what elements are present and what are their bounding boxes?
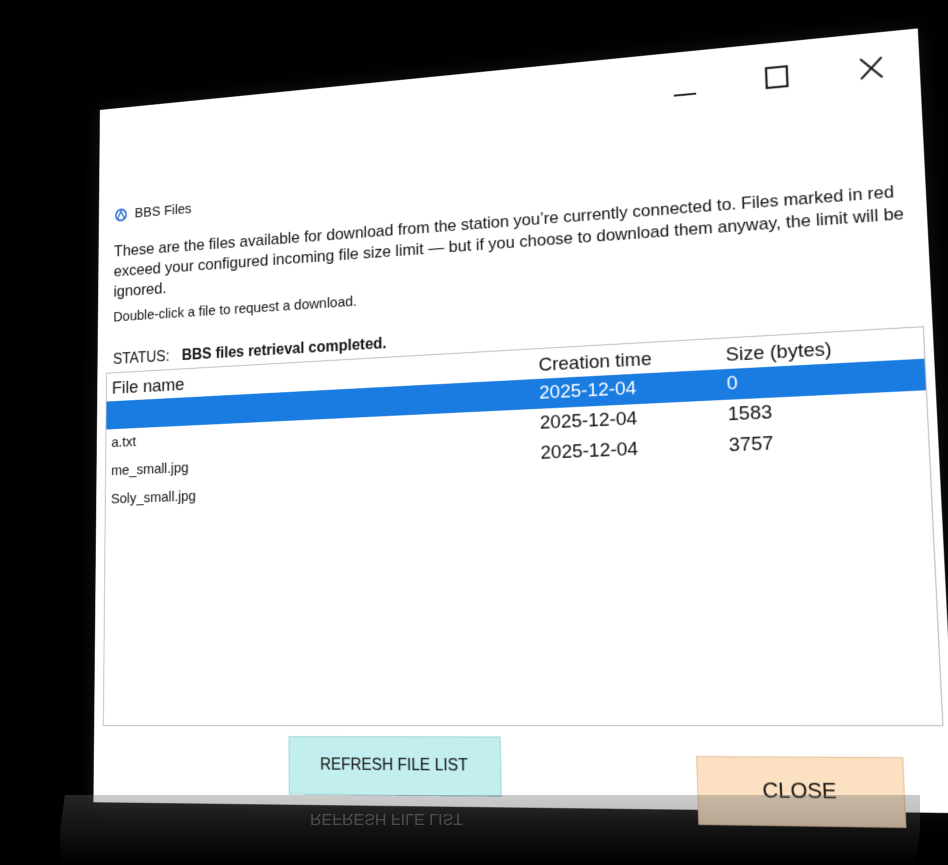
reflection-refresh-label: REFRESH FILE LIST bbox=[310, 810, 463, 827]
creation-time-cell: 2025-12-04 bbox=[539, 408, 638, 434]
caption-buttons bbox=[639, 28, 922, 124]
window-title-bar: BBS Files bbox=[114, 200, 192, 223]
window-reflection: REFRESH FILE LIST bbox=[60, 795, 920, 865]
status-label: STATUS: bbox=[112, 348, 170, 368]
bbs-files-window: BBS Files These are the files available … bbox=[93, 28, 948, 829]
size-cell: 0 bbox=[726, 372, 739, 395]
minimize-icon bbox=[671, 72, 698, 100]
size-cell: 3757 bbox=[728, 432, 774, 457]
window-wrap: BBS Files These are the files available … bbox=[93, 28, 948, 829]
app-icon bbox=[114, 207, 128, 223]
file-name-cell: a.txt bbox=[111, 433, 137, 451]
column-header-size[interactable]: Size (bytes) bbox=[725, 339, 832, 367]
minimize-button[interactable] bbox=[639, 47, 732, 124]
refresh-file-list-button[interactable]: REFRESH FILE LIST bbox=[288, 736, 502, 797]
creation-time-cell: 2025-12-04 bbox=[539, 377, 637, 404]
maximize-icon bbox=[763, 63, 791, 91]
maximize-button[interactable] bbox=[729, 38, 825, 116]
file-list[interactable]: File name Creation time Size (bytes) 202… bbox=[102, 326, 944, 727]
window-title: BBS Files bbox=[134, 200, 192, 222]
size-cell: 1583 bbox=[727, 401, 773, 426]
file-name-cell: me_small.jpg bbox=[111, 459, 189, 479]
stage: BBS Files These are the files available … bbox=[0, 0, 948, 865]
creation-time-cell: 2025-12-04 bbox=[540, 438, 639, 464]
description-text: These are the files available for downlo… bbox=[113, 182, 905, 301]
close-window-button[interactable] bbox=[822, 28, 921, 107]
close-icon bbox=[857, 54, 886, 83]
reflection-gradient bbox=[60, 795, 920, 865]
column-header-file-name[interactable]: File name bbox=[112, 375, 185, 400]
column-header-creation-time[interactable]: Creation time bbox=[538, 349, 652, 377]
file-name-cell: Soly_small.jpg bbox=[110, 487, 196, 508]
